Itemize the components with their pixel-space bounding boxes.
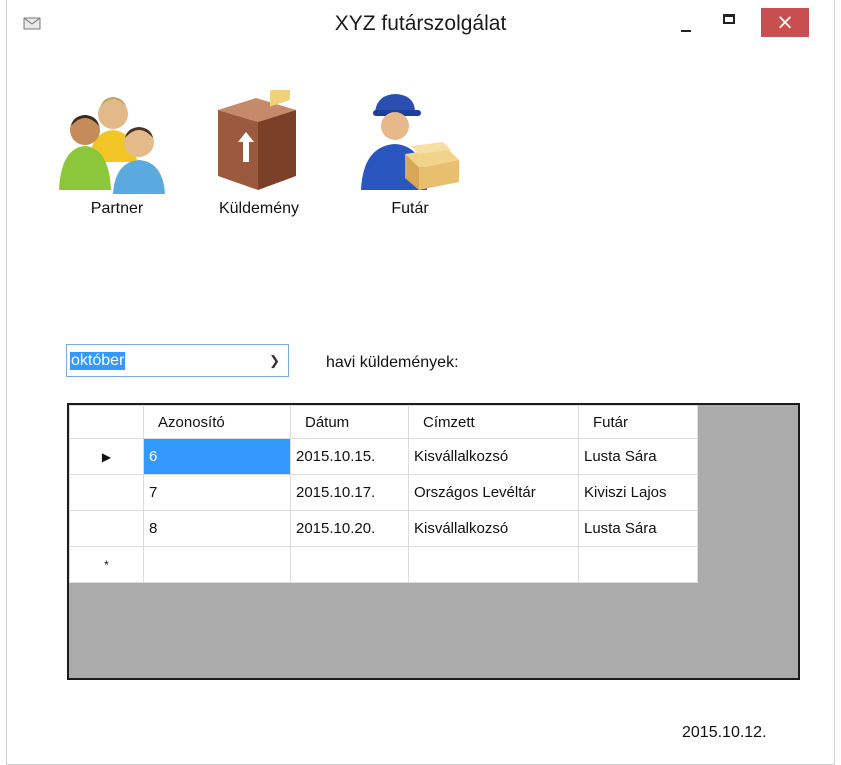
cell-courier[interactable] (578, 546, 698, 583)
close-icon: × (776, 10, 794, 34)
cell-recipient[interactable]: Kisvállalkozsó (408, 438, 579, 475)
cell-courier[interactable]: Lusta Sára (578, 510, 698, 547)
futar-button[interactable]: Futár (355, 90, 465, 218)
chevron-down-icon[interactable]: ❯ (269, 353, 280, 369)
cell-courier[interactable]: Lusta Sára (578, 438, 698, 475)
main-window: XYZ futárszolgálat × Partner Küldemény F… (6, 0, 835, 765)
shipments-table: Azonosító Dátum Címzett Futár ▶ 6 2015.1… (69, 405, 698, 583)
current-date: 2015.10.12. (682, 724, 767, 741)
row-header[interactable] (69, 474, 144, 511)
minimize-button[interactable] (669, 8, 703, 38)
close-button[interactable]: × (761, 8, 809, 37)
cell-id[interactable]: 6 (143, 438, 291, 475)
new-row-asterisk-icon[interactable]: * (69, 546, 144, 583)
minimize-icon (681, 30, 691, 32)
table-row[interactable]: ▶ 6 2015.10.15. Kisvállalkozsó Lusta Sár… (69, 438, 698, 475)
table-row[interactable]: 7 2015.10.17. Országos Levéltár Kiviszi … (69, 474, 698, 511)
cell-courier[interactable]: Kiviszi Lajos (578, 474, 698, 511)
current-row-arrow-icon[interactable]: ▶ (69, 438, 144, 475)
new-row[interactable]: * (69, 546, 698, 583)
column-header-datum[interactable]: Dátum (290, 405, 409, 439)
row-header-corner (69, 405, 144, 439)
month-select[interactable]: október ❯ (66, 344, 289, 377)
monthly-shipments-label: havi küldemények: (326, 354, 459, 371)
cell-id[interactable]: 8 (143, 510, 291, 547)
partner-button[interactable]: Partner (55, 90, 179, 218)
title-bar[interactable]: XYZ futárszolgálat × (7, 0, 834, 48)
cell-id[interactable] (143, 546, 291, 583)
package-box-icon (218, 90, 296, 190)
column-header-azonosito[interactable]: Azonosító (143, 405, 291, 439)
window-title: XYZ futárszolgálat (334, 12, 507, 35)
column-header-futar[interactable]: Futár (578, 405, 698, 439)
cell-date[interactable]: 2015.10.17. (290, 474, 409, 511)
month-select-value: október (70, 352, 126, 370)
kuldemeny-button[interactable]: Küldemény (204, 90, 314, 218)
cell-date[interactable] (290, 546, 409, 583)
futar-label: Futár (391, 200, 429, 217)
cell-recipient[interactable]: Kisvállalkozsó (408, 510, 579, 547)
header-row: Azonosító Dátum Címzett Futár (69, 405, 698, 439)
cell-id[interactable]: 7 (143, 474, 291, 511)
column-header-cimzett[interactable]: Címzett (408, 405, 579, 439)
cell-recipient[interactable]: Országos Levéltár (408, 474, 579, 511)
cell-date[interactable]: 2015.10.15. (290, 438, 409, 475)
cell-date[interactable]: 2015.10.20. (290, 510, 409, 547)
partner-label: Partner (90, 200, 144, 217)
table-row[interactable]: 8 2015.10.20. Kisvállalkozsó Lusta Sára (69, 510, 698, 547)
cell-recipient[interactable] (408, 546, 579, 583)
shipments-grid[interactable]: Azonosító Dátum Címzett Futár ▶ 6 2015.1… (67, 403, 800, 680)
kuldemeny-label: Küldemény (218, 200, 300, 217)
courier-icon (361, 94, 459, 190)
maximize-icon (723, 14, 735, 24)
maximize-button[interactable] (713, 8, 747, 38)
people-group-icon (59, 97, 165, 194)
row-header[interactable] (69, 510, 144, 547)
